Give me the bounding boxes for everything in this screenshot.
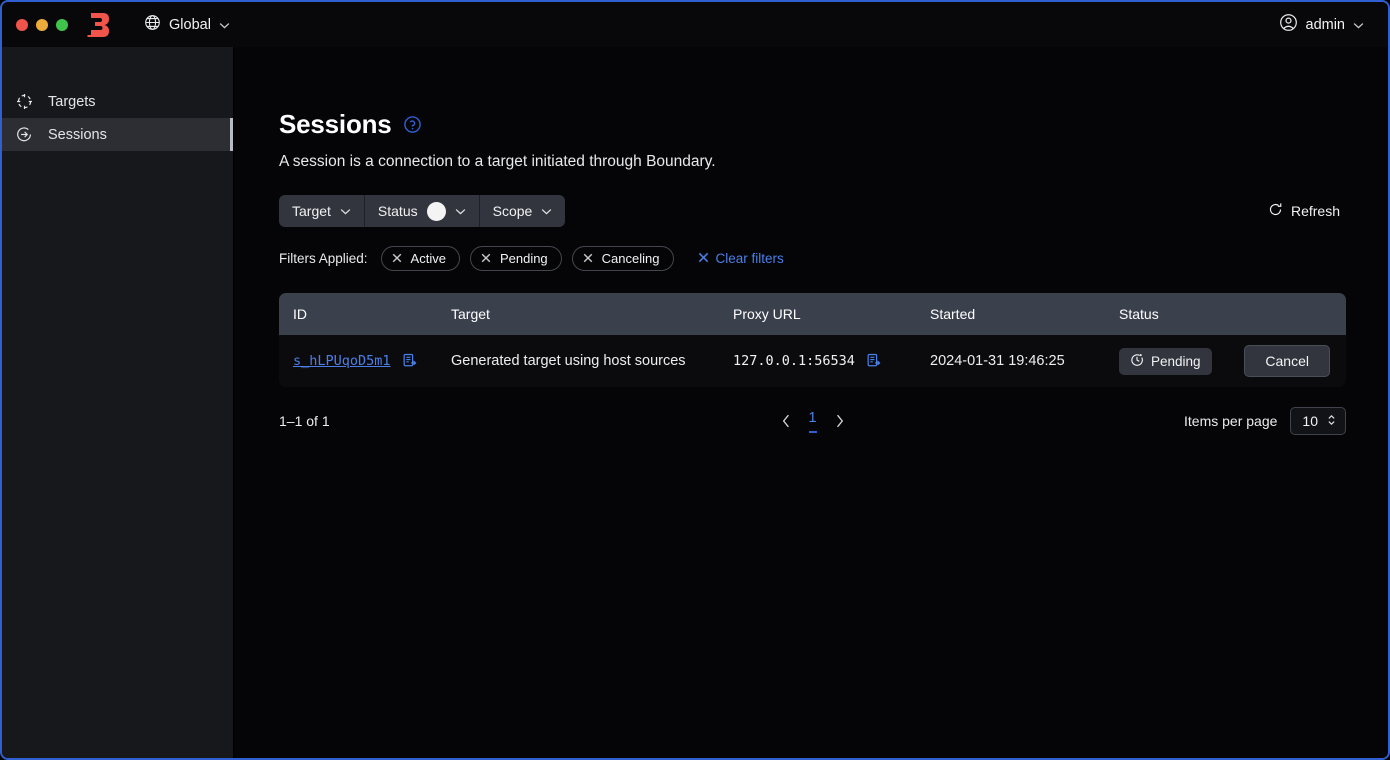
filter-chip-pending[interactable]: Pending (469, 246, 562, 271)
cell-started: 2024-01-31 19:46:25 (930, 353, 1065, 369)
chevron-down-icon (340, 208, 351, 215)
top-bar: Global admin (2, 2, 1388, 47)
chevron-left-icon[interactable] (781, 414, 790, 428)
copy-icon[interactable] (402, 353, 417, 368)
page-description: A session is a connection to a target in… (279, 153, 716, 170)
user-label: admin (1305, 16, 1346, 33)
table-header-row: ID Target Proxy URL Started Status (279, 293, 1346, 335)
column-header-id: ID (293, 306, 307, 322)
pagination-bar: 1–1 of 1 1 Items per page 10 (279, 407, 1346, 435)
chevron-down-icon (541, 208, 552, 215)
applied-filters-label: Filters Applied: (279, 251, 368, 266)
x-icon (698, 251, 709, 266)
chevron-down-icon (219, 17, 230, 33)
help-circle-icon[interactable] (403, 115, 422, 134)
filter-scope-button[interactable]: Scope (480, 195, 566, 227)
filter-toolbar: Target Status Scope Refresh (279, 195, 1344, 227)
target-icon (14, 93, 34, 110)
main-content: Sessions A session is a connection to a … (234, 47, 1388, 758)
top-bar-right: admin (1273, 8, 1371, 41)
cell-proxy-url: 127.0.0.1:56534 (733, 353, 930, 369)
pagination-page-1[interactable]: 1 (808, 410, 817, 433)
items-per-page-value: 10 (1302, 413, 1318, 429)
page-title: Sessions (279, 109, 392, 139)
app-window: Global admin Targets Sessions Sessions A… (0, 0, 1390, 760)
filter-target-button[interactable]: Target (279, 195, 365, 227)
refresh-label: Refresh (1290, 203, 1340, 219)
column-header-status: Status (1119, 306, 1159, 322)
filter-label: Scope (492, 203, 533, 219)
table-row: s_hLPUqoD5m1 Generated target using host… (279, 335, 1346, 387)
chevron-right-icon[interactable] (835, 414, 844, 428)
cancel-session-button[interactable]: Cancel (1244, 345, 1330, 377)
sessions-table: ID Target Proxy URL Started Status s_hLP… (279, 293, 1346, 387)
filter-chip-canceling[interactable]: Canceling (571, 246, 674, 271)
column-header-proxy-url: Proxy URL (733, 306, 801, 322)
cell-status: Pending Cancel (1119, 345, 1346, 377)
sidebar: Targets Sessions (2, 47, 234, 758)
filter-chip-active[interactable]: Active (380, 246, 460, 271)
filter-count-badge (426, 201, 446, 221)
chevron-up-down-icon (1327, 413, 1336, 430)
minimize-window-button[interactable] (36, 18, 48, 31)
status-badge: Pending (1119, 347, 1212, 375)
chevron-down-icon (455, 208, 466, 215)
items-per-page-group: Items per page 10 (1184, 407, 1346, 435)
x-icon (392, 253, 402, 265)
window-traffic-lights (16, 18, 68, 31)
applied-filters-row: Filters Applied: Active Pending Cancelin… (279, 246, 1344, 271)
sidebar-item-label: Sessions (48, 126, 107, 143)
scope-picker[interactable]: Global (136, 9, 238, 40)
pagination-controls: 1 (781, 410, 843, 433)
user-menu[interactable]: admin (1273, 8, 1371, 41)
copy-icon[interactable] (866, 353, 881, 368)
refresh-button[interactable]: Refresh (1264, 197, 1344, 225)
column-header-started: Started (930, 306, 976, 322)
sidebar-item-sessions[interactable]: Sessions (2, 118, 233, 151)
cell-target: Generated target using host sources (451, 353, 686, 369)
items-per-page-label: Items per page (1184, 413, 1278, 429)
items-per-page-select[interactable]: 10 (1290, 407, 1346, 435)
pagination-summary: 1–1 of 1 (279, 413, 330, 429)
filter-chip-label: Active (410, 251, 446, 266)
clock-icon (1130, 353, 1144, 370)
globe-icon (144, 14, 161, 35)
maximize-window-button[interactable] (56, 18, 68, 31)
user-circle-icon (1279, 13, 1298, 36)
session-id-link[interactable]: s_hLPUqoD5m1 (293, 353, 391, 369)
chevron-down-icon (1353, 17, 1364, 33)
filter-label: Status (377, 203, 418, 219)
clear-filters-label: Clear filters (715, 251, 784, 266)
filter-button-group: Target Status Scope (279, 195, 566, 227)
close-window-button[interactable] (16, 18, 28, 31)
sidebar-item-label: Targets (48, 93, 96, 110)
proxy-url-value: 127.0.0.1:56534 (733, 353, 855, 369)
app-body: Targets Sessions Sessions A session is a… (2, 47, 1388, 758)
page-header: Sessions (279, 109, 1344, 140)
column-header-target: Target (451, 306, 490, 322)
cell-id: s_hLPUqoD5m1 (279, 353, 451, 369)
filter-chip-label: Canceling (601, 251, 660, 266)
session-arrow-icon (14, 126, 34, 143)
filter-chip-label: Pending (499, 251, 548, 266)
x-icon (481, 253, 491, 265)
x-icon (583, 253, 593, 265)
filter-status-button[interactable]: Status (365, 195, 480, 227)
status-label: Pending (1151, 353, 1201, 369)
scope-label: Global (169, 16, 211, 33)
filter-label: Target (292, 203, 331, 219)
clear-filters-button[interactable]: Clear filters (698, 251, 784, 266)
boundary-logo[interactable] (86, 10, 114, 40)
sidebar-item-targets[interactable]: Targets (2, 85, 233, 118)
refresh-icon (1268, 202, 1283, 220)
